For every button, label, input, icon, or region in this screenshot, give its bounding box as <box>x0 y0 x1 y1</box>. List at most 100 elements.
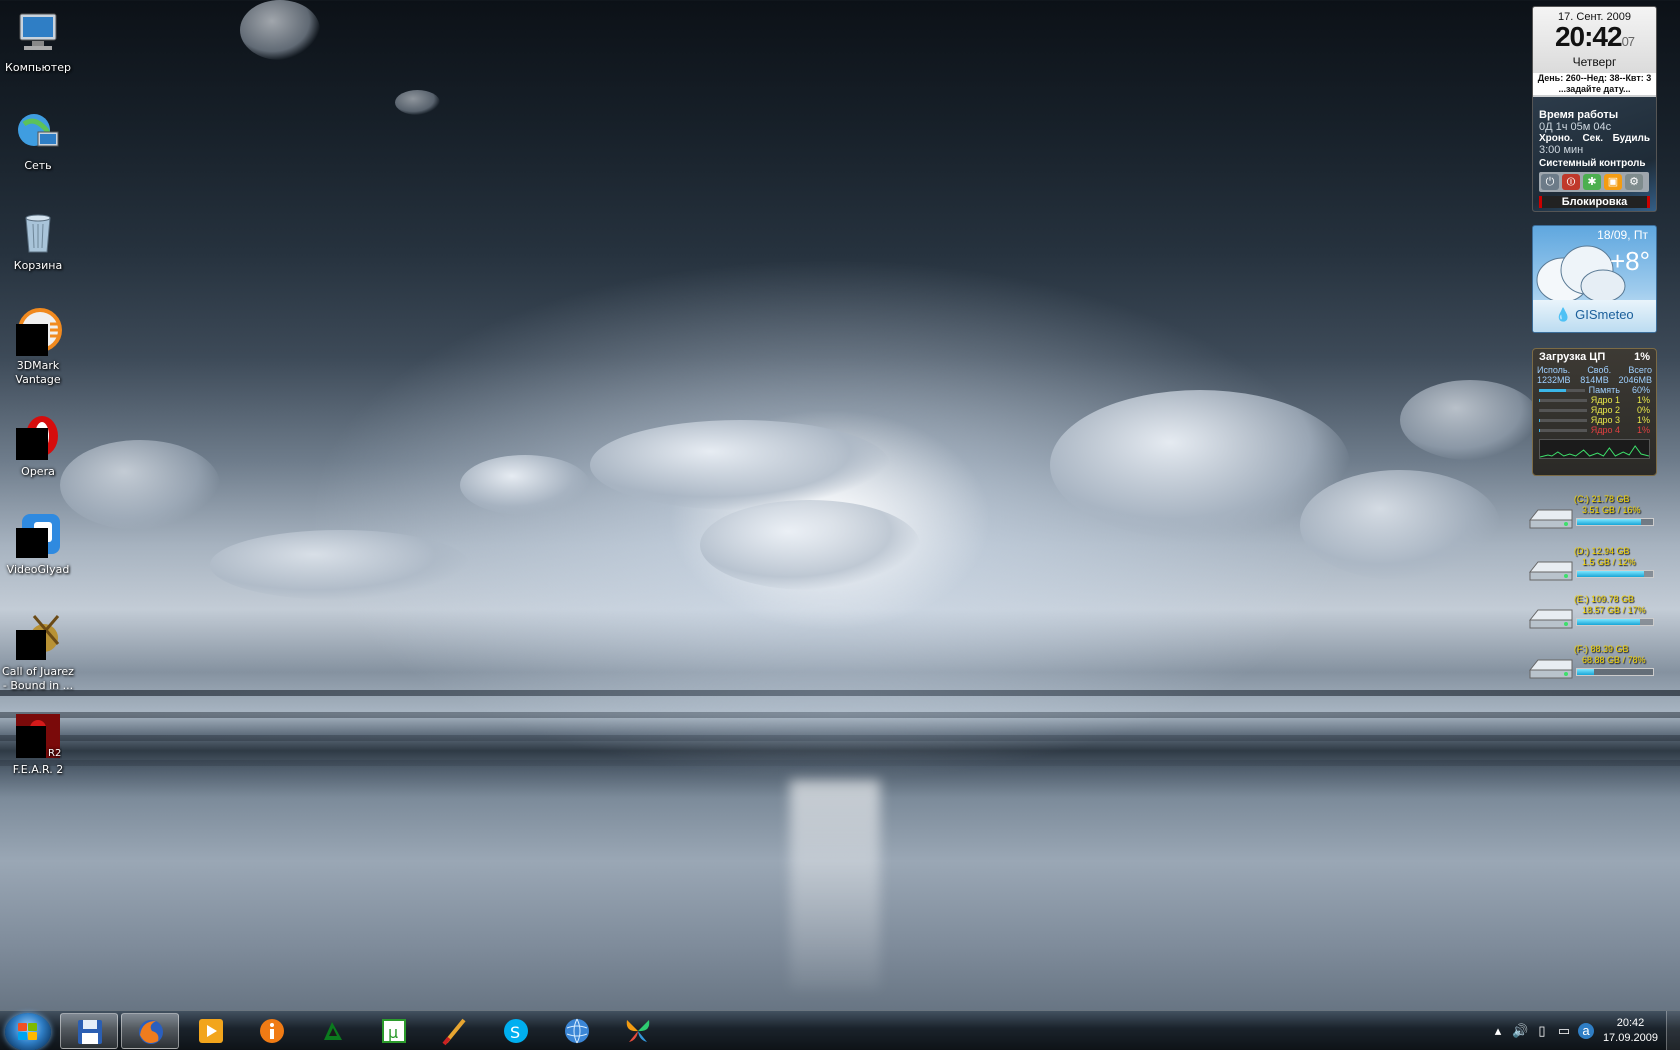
drive-gadget[interactable]: (F:) 88.39 GB 68.88 GB / 78% <box>1528 644 1658 688</box>
power-icon[interactable]: ⏻ <box>1541 174 1559 190</box>
hard-drive-icon <box>1528 609 1573 629</box>
drive-free: 68.88 GB / 78% <box>1582 655 1646 665</box>
cpu-load: 1% <box>1634 351 1650 363</box>
desktop-icon-label: Сеть <box>24 159 52 172</box>
brush-icon <box>442 1018 466 1046</box>
mem-free-value: 814MB <box>1580 375 1609 385</box>
uptime-label: Время работы <box>1539 109 1619 121</box>
memory-headers: Исполь. Своб. Всего <box>1533 365 1656 375</box>
videoglyad-icon <box>16 514 60 558</box>
taskbar-button-skype[interactable]: S <box>487 1013 545 1049</box>
shutdown-icon[interactable]: ⏼ <box>1562 174 1580 190</box>
weather-brand[interactable]: 💧 GISmeteo <box>1533 300 1656 332</box>
taskbar-button-amd-app[interactable] <box>304 1013 362 1049</box>
desktop-icon-opera[interactable]: Opera <box>0 414 76 479</box>
lock-button[interactable]: Блокировка <box>1539 196 1650 208</box>
desktop-icon-videoglyad[interactable]: VideoGlyad <box>0 512 76 577</box>
weather-gadget[interactable]: 18/09, Пт +8° 💧 GISmeteo <box>1532 225 1657 333</box>
system-control-buttons: ⏻ ⏼ ✱ ▣ ⚙ <box>1539 172 1649 192</box>
clock-day-info-text: День: 260--Нед: 38--Квт: 3 <box>1537 73 1652 83</box>
settings-icon[interactable]: ⚙ <box>1625 174 1643 190</box>
tray-clock[interactable]: 20:42 17.09.2009 <box>1603 1016 1658 1046</box>
clock-time: 20:4207 <box>1533 23 1656 56</box>
monitor-tray-icon[interactable]: ▭ <box>1556 1023 1572 1039</box>
drive-free: 1.5 GB / 12% <box>1582 557 1636 567</box>
desktop-icon-fear2[interactable]: R2 F.E.A.R. 2 <box>0 712 76 777</box>
desktop-icon-network[interactable]: Сеть <box>0 108 76 173</box>
show-desktop-button[interactable] <box>1666 1011 1680 1050</box>
drop-icon: 💧 <box>1555 307 1572 322</box>
tray-app-icon[interactable]: a <box>1578 1023 1594 1039</box>
globe-icon <box>565 1018 589 1044</box>
tray-date: 17.09.2009 <box>1602 1032 1658 1044</box>
cpu-row-label: Ядро 2 <box>1590 405 1620 415</box>
taskbar: µ S ▴ 🔊 ▯ ▭ a 20:42 17.09.2009 <box>0 1010 1680 1050</box>
restart-icon[interactable]: ✱ <box>1583 174 1601 190</box>
cpu-row-bar <box>1539 409 1587 412</box>
alarm-button[interactable]: Будиль <box>1613 133 1650 144</box>
clock-seconds: 07 <box>1621 34 1636 49</box>
svg-text:R2: R2 <box>48 748 61 759</box>
drive-gadget[interactable]: (E:) 109.78 GB 18.57 GB / 17% <box>1528 594 1658 638</box>
drive-usage-bar <box>1576 618 1654 626</box>
desktop-icon-call-of-juarez[interactable]: Call of Juarez - Bound in ... <box>0 614 76 693</box>
cpu-row-bar <box>1539 419 1587 422</box>
3dmark-icon <box>16 308 62 356</box>
taskbar-button-paint-app[interactable] <box>426 1013 484 1049</box>
volume-icon[interactable]: 🔊 <box>1512 1023 1528 1039</box>
cpu-rows: Память 60% Ядро 1 1% Ядро 2 0% Ядро 3 1% Ядро 4 1… <box>1533 385 1656 435</box>
desktop-icon-recycle-bin[interactable]: Корзина <box>0 208 76 273</box>
taskbar-button-floppy-save-app[interactable] <box>60 1013 118 1049</box>
taskbar-button-utorrent[interactable]: µ <box>365 1013 423 1049</box>
desktop-icon-computer[interactable]: Компьютер <box>0 10 76 75</box>
taskbar-button-globe-app[interactable] <box>548 1013 606 1049</box>
floppy-icon <box>78 1020 102 1044</box>
cpu-header: Загрузка ЦП 1% <box>1533 349 1656 365</box>
chrono-button[interactable]: Хроно. <box>1539 133 1573 144</box>
skype-icon: S <box>504 1019 528 1043</box>
cpu-row: Ядро 4 1% <box>1539 425 1650 435</box>
clock-set-date-link[interactable]: ...задайте дату... <box>1533 84 1656 95</box>
svg-text:S: S <box>510 1023 520 1042</box>
taskbar-button-media-player[interactable] <box>182 1013 240 1049</box>
hard-drive-icon <box>1528 561 1573 581</box>
info-icon <box>260 1019 284 1043</box>
mem-total-value: 2046MB <box>1618 375 1652 385</box>
desktop-icon-3dmark[interactable]: 3DMark Vantage <box>0 308 76 387</box>
network-tray-icon[interactable]: ▯ <box>1534 1023 1550 1039</box>
mem-total-header: Всего <box>1628 365 1652 375</box>
seconds-button[interactable]: Сек. <box>1582 133 1603 144</box>
svg-text:µ: µ <box>388 1023 398 1042</box>
timer-value[interactable]: 3:00 мин <box>1539 144 1650 156</box>
cpu-row-value: 1% <box>1636 395 1650 405</box>
cpu-row: Ядро 3 1% <box>1539 415 1650 425</box>
desktop-icon-label: F.E.A.R. 2 <box>12 763 64 776</box>
mem-free-header: Своб. <box>1587 365 1612 375</box>
hard-drive-icon <box>1528 509 1573 529</box>
cpu-history-graph <box>1539 439 1650 459</box>
drive-name: (E:) 109.78 GB <box>1574 594 1635 604</box>
taskbar-button-butterfly-app[interactable] <box>609 1013 667 1049</box>
amd-icon <box>324 1022 342 1040</box>
cpu-row-label: Ядро 3 <box>1590 415 1620 425</box>
weather-date: 18/09, Пт <box>1597 228 1648 242</box>
taskbar-button-info-app[interactable] <box>243 1013 301 1049</box>
desktop-icon-label: Компьютер <box>5 61 71 74</box>
uptime-value: 0Д 1ч 05м 04с <box>1539 121 1612 133</box>
clock-gadget[interactable]: 17. Сент. 2009 20:4207 Четверг День: 260… <box>1532 6 1657 212</box>
system-tray: ▴ 🔊 ▯ ▭ a 20:42 17.09.2009 <box>1490 1011 1680 1050</box>
taskbar-button-firefox[interactable] <box>121 1013 179 1049</box>
drive-name: (F:) 88.39 GB <box>1574 644 1629 654</box>
opera-icon <box>16 416 58 460</box>
drive-name: (C:) 21.78 GB <box>1574 494 1630 504</box>
clock-hours-minutes: 20:42 <box>1554 21 1623 52</box>
start-button[interactable] <box>5 1013 51 1050</box>
lock-icon[interactable]: ▣ <box>1604 174 1622 190</box>
tray-arrow-icon[interactable]: ▴ <box>1490 1023 1506 1039</box>
drive-gadget[interactable]: (D:) 12.94 GB 1.5 GB / 12% <box>1528 546 1658 590</box>
cpu-row-bar <box>1539 429 1587 432</box>
utorrent-icon: µ <box>382 1019 406 1043</box>
cpu-row-label: Ядро 4 <box>1590 425 1620 435</box>
drive-gadget[interactable]: (C:) 21.78 GB 3.51 GB / 16% <box>1528 494 1658 538</box>
cpu-meter-gadget[interactable]: Загрузка ЦП 1% Исполь. Своб. Всего 1232M… <box>1532 348 1657 476</box>
